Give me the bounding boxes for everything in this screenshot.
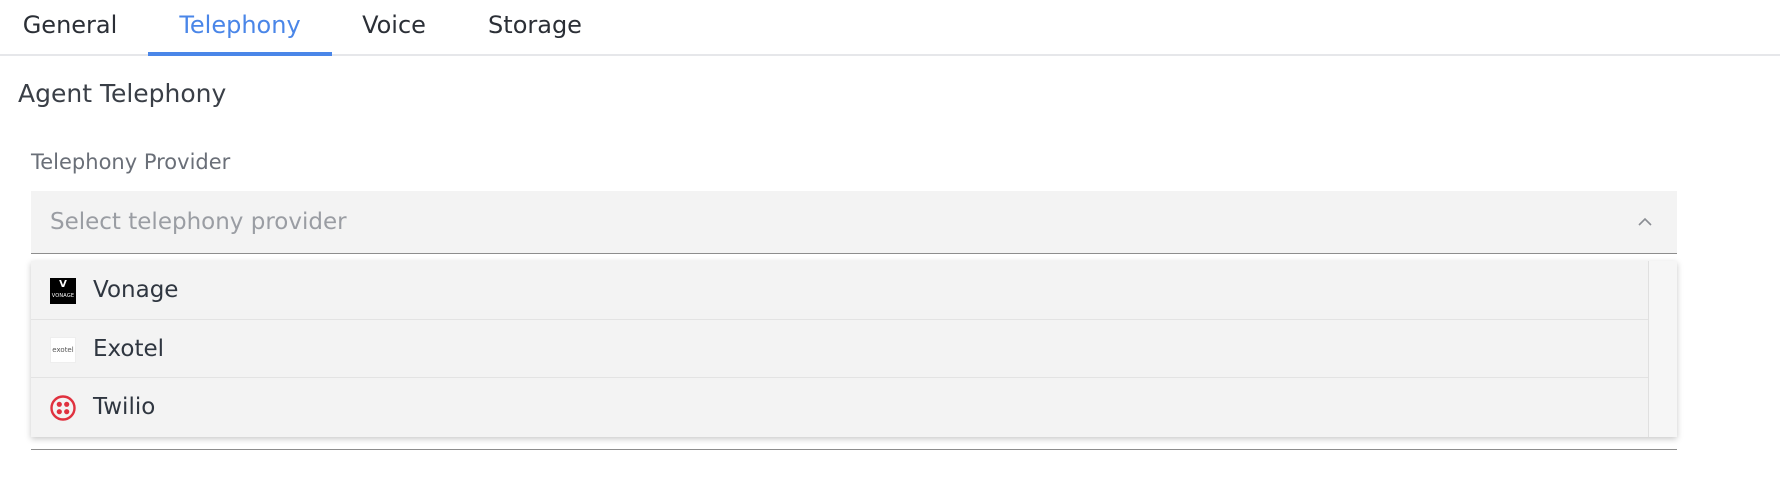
chevron-up-icon[interactable] [1637,214,1653,230]
exotel-logo-icon: exotel [50,337,76,363]
tab-general[interactable]: General [0,0,140,56]
vonage-logo-icon: V VONAGE [50,278,76,304]
vonage-logo-mark: V [59,279,67,290]
field-divider [31,449,1677,450]
vonage-logo-wordmark: VONAGE [51,293,75,299]
select-placeholder: Select telephony provider [50,209,347,235]
telephony-provider-select[interactable]: Select telephony provider [31,191,1677,254]
telephony-provider-menu: V VONAGE Vonage exotel Exotel Twilio [31,261,1677,437]
tab-voice[interactable]: Voice [336,0,452,56]
tab-telephony[interactable]: Telephony [148,0,332,56]
menu-item-exotel[interactable]: exotel Exotel [31,319,1648,377]
telephony-provider-label: Telephony Provider [31,150,231,174]
exotel-logo-wordmark: exotel [52,346,74,354]
tab-bar: General Telephony Voice Storage [0,0,1780,56]
section-title: Agent Telephony [18,79,227,108]
twilio-logo-icon [50,395,76,421]
tab-storage[interactable]: Storage [470,0,600,56]
menu-item-twilio[interactable]: Twilio [31,377,1648,435]
menu-item-vonage[interactable]: V VONAGE Vonage [31,261,1648,319]
menu-scrollbar[interactable] [1648,261,1677,437]
menu-item-label: Twilio [93,394,156,420]
menu-item-label: Exotel [93,336,165,362]
menu-item-label: Vonage [93,277,179,303]
